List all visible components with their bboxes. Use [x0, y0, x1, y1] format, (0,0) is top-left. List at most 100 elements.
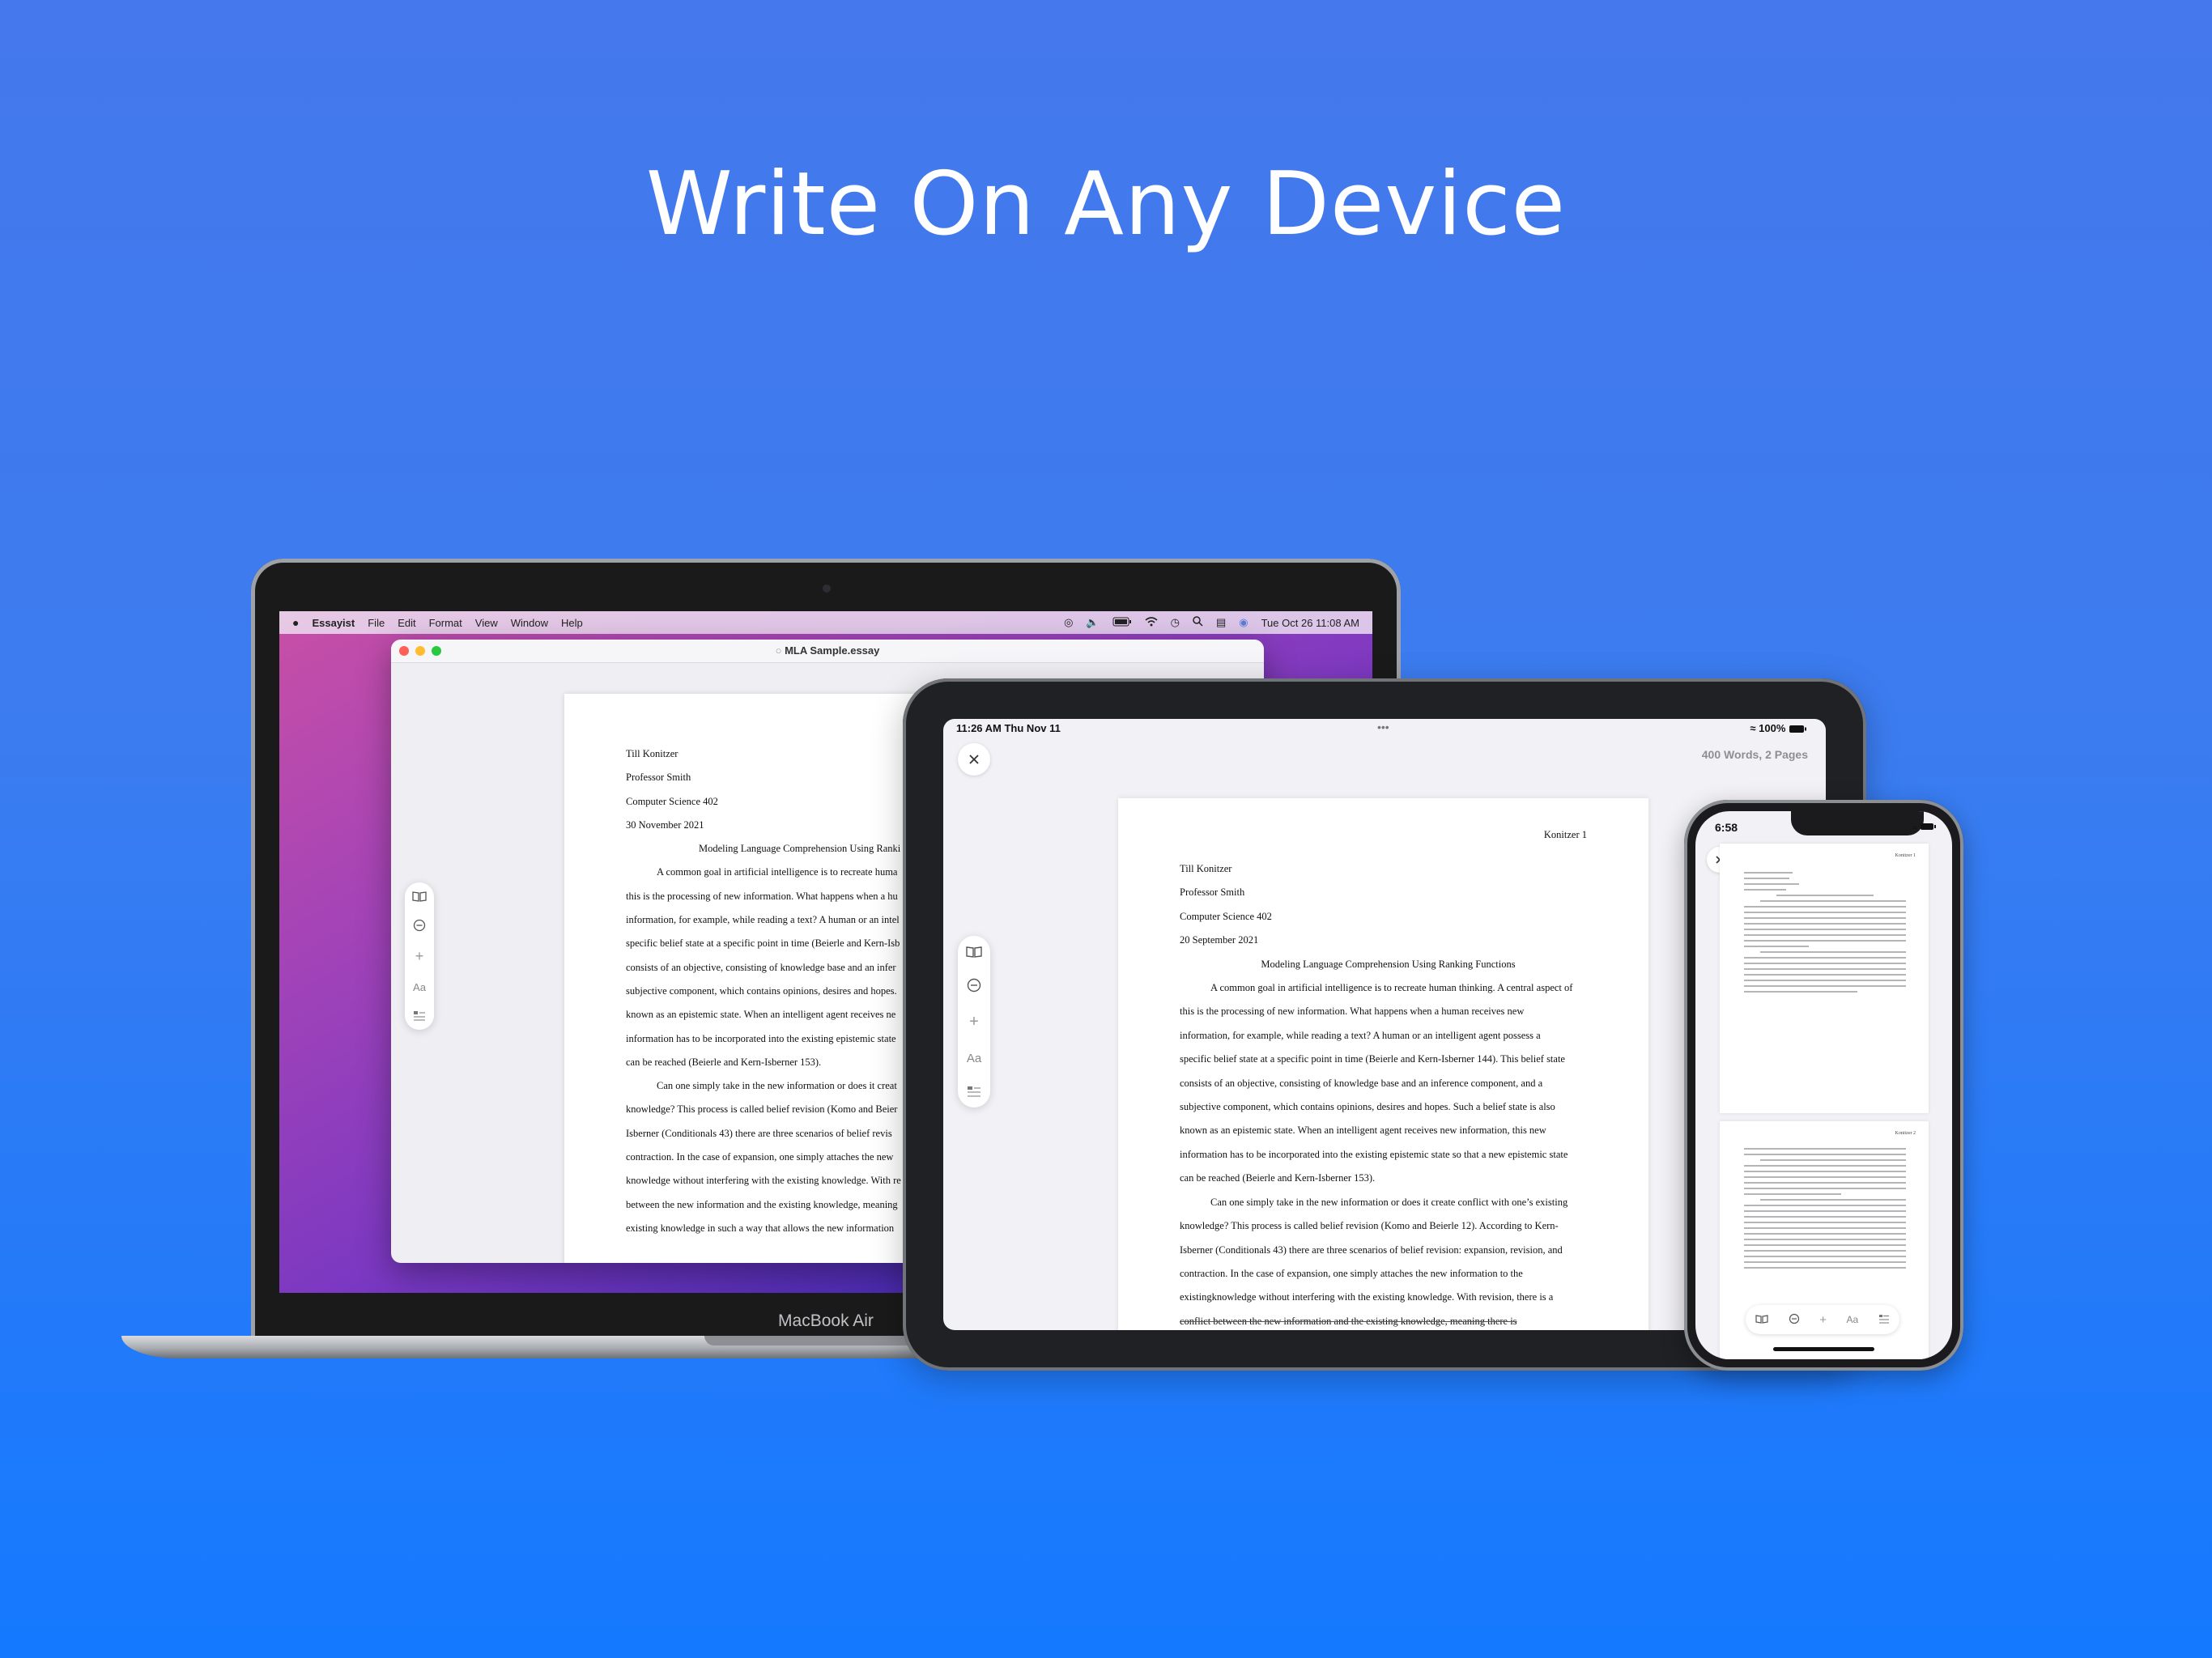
- text-line: [1744, 963, 1906, 964]
- battery-icon: [1921, 823, 1936, 830]
- paragraph-line: specific belief state at a specific poin…: [1180, 1053, 1565, 1065]
- time-machine-icon[interactable]: ◷: [1171, 616, 1180, 629]
- menu-app-name[interactable]: Essayist: [312, 617, 355, 629]
- wifi-icon[interactable]: [1145, 616, 1158, 629]
- text-line: [1744, 1188, 1906, 1189]
- paragraph-line: Can one simply take in the new informati…: [1210, 1196, 1568, 1208]
- text-line: [1744, 929, 1906, 930]
- paragraph-line-misspelled: existingknowledge without interfering wi…: [1180, 1291, 1554, 1303]
- text-line: [1744, 1154, 1906, 1155]
- apple-icon[interactable]: ●: [292, 616, 299, 629]
- text-line: [1744, 878, 1789, 879]
- text-line: [1744, 980, 1906, 981]
- play-icon[interactable]: ◎: [1064, 616, 1073, 629]
- book-icon[interactable]: [966, 946, 982, 959]
- text-line: [1744, 889, 1786, 891]
- word-count-label[interactable]: 400 Words, 2 Pages: [1702, 748, 1808, 761]
- text-line: [1744, 1171, 1906, 1172]
- paragraph-line: information has to be incorporated into …: [1180, 1148, 1568, 1160]
- page-number-header: Konitzer 1: [1895, 853, 1916, 858]
- paragraph-line: knowledge? This process is called belief…: [1180, 1220, 1559, 1232]
- page-number-header: Konitzer 1: [1543, 829, 1587, 840]
- font-button[interactable]: Aa: [413, 981, 426, 993]
- menu-view[interactable]: View: [475, 617, 498, 629]
- outline-icon[interactable]: [967, 1086, 981, 1098]
- page-number-header: Konitzer 2: [1895, 1131, 1916, 1136]
- text-line: [1744, 1250, 1906, 1252]
- book-icon[interactable]: [412, 891, 427, 902]
- plus-icon[interactable]: +: [1819, 1313, 1827, 1327]
- text-line: [1744, 1216, 1906, 1218]
- text-line: [1744, 872, 1793, 874]
- plus-icon[interactable]: +: [415, 948, 424, 965]
- volume-icon[interactable]: 🔈: [1086, 616, 1099, 629]
- menu-window[interactable]: Window: [511, 617, 548, 629]
- professor-line: Professor Smith: [1180, 886, 1245, 899]
- date-line: 20 September 2021: [1180, 934, 1259, 946]
- siri-icon[interactable]: ◉: [1239, 616, 1248, 629]
- paragraph-line: contraction. In the case of expansion, o…: [1180, 1267, 1523, 1279]
- text-line: [1744, 1244, 1906, 1246]
- iphone-tool-palette: + Aa: [1746, 1305, 1899, 1334]
- document-icon: ○: [775, 644, 785, 657]
- iphone-page-1[interactable]: Konitzer 1: [1720, 844, 1929, 1113]
- text-line: [1744, 968, 1906, 970]
- mac-menubar: ● Essayist File Edit Format View Window …: [279, 611, 1372, 634]
- iphone-status-time: 6:58: [1715, 821, 1738, 834]
- ipad-tool-palette: + Aa: [958, 936, 990, 1107]
- text-line: [1744, 1165, 1906, 1167]
- ipad-document-page[interactable]: Konitzer 1 Till Konitzer Professor Smith…: [1118, 798, 1648, 1330]
- home-indicator[interactable]: [1773, 1347, 1874, 1351]
- minus-circle-icon[interactable]: [1789, 1313, 1800, 1327]
- text-line: [1744, 1193, 1841, 1195]
- menu-file[interactable]: File: [368, 617, 385, 629]
- battery-icon: [1789, 725, 1806, 733]
- minus-circle-icon[interactable]: [413, 919, 426, 932]
- author-line: Till Konitzer: [1180, 863, 1232, 874]
- headline: Write On Any Device: [645, 154, 1567, 255]
- battery-icon[interactable]: [1112, 617, 1132, 629]
- paragraph-line: consists of an objective, consisting of …: [1180, 1077, 1543, 1089]
- paragraph-line: information, for example, while reading …: [1180, 1029, 1541, 1041]
- text-line: [1760, 1199, 1906, 1201]
- text-line: [1744, 934, 1906, 936]
- multitasking-dots[interactable]: •••: [1377, 721, 1389, 733]
- paragraph-line: this is the processing of new informatio…: [1180, 1005, 1525, 1018]
- text-line: [1744, 1210, 1906, 1212]
- text-line: [1744, 1261, 1906, 1263]
- close-document-button[interactable]: [958, 743, 990, 776]
- paragraph-line-strikethrough: conflict between the new information and…: [1180, 1315, 1517, 1327]
- minus-circle-icon[interactable]: [967, 978, 981, 993]
- text-line: [1760, 900, 1906, 902]
- iphone-screen: 6:58 ≈ Konitzer 1 Konitzer 2 + Aa: [1695, 811, 1952, 1359]
- control-center-icon[interactable]: ▤: [1216, 616, 1226, 629]
- text-line: [1744, 1239, 1906, 1240]
- window-titlebar[interactable]: ○ MLA Sample.essay: [391, 640, 1264, 663]
- macbook-camera: [823, 585, 831, 593]
- spotlight-icon[interactable]: [1193, 616, 1203, 629]
- text-line: [1744, 1205, 1906, 1206]
- text-line: [1744, 957, 1906, 959]
- text-line: [1744, 917, 1906, 919]
- font-button[interactable]: Aa: [967, 1052, 981, 1065]
- book-icon[interactable]: [1755, 1314, 1768, 1326]
- outline-icon[interactable]: [413, 1010, 426, 1022]
- paragraph-line: A common goal in artificial intelligence…: [1210, 982, 1573, 994]
- paragraph-line: subjective component, which contains opi…: [1180, 1101, 1555, 1113]
- text-line: [1744, 1267, 1906, 1269]
- menu-format[interactable]: Format: [429, 617, 462, 629]
- outline-icon[interactable]: [1878, 1314, 1890, 1326]
- menu-help[interactable]: Help: [561, 617, 583, 629]
- text-line: [1744, 923, 1906, 925]
- document-title: Modeling Language Comprehension Using Ra…: [1261, 958, 1516, 970]
- text-line: [1744, 1182, 1906, 1184]
- text-line: [1744, 1256, 1906, 1257]
- plus-icon[interactable]: +: [969, 1013, 979, 1031]
- text-line: [1744, 940, 1906, 942]
- font-button[interactable]: Aa: [1847, 1314, 1859, 1325]
- menu-edit[interactable]: Edit: [398, 617, 415, 629]
- menubar-clock[interactable]: Tue Oct 26 11:08 AM: [1261, 617, 1359, 629]
- paragraph-line: can be reached (Beierle and Kern-Isberne…: [1180, 1172, 1376, 1184]
- text-line: [1744, 1148, 1906, 1150]
- paragraph-line: known as an epistemic state. When an int…: [1180, 1124, 1546, 1137]
